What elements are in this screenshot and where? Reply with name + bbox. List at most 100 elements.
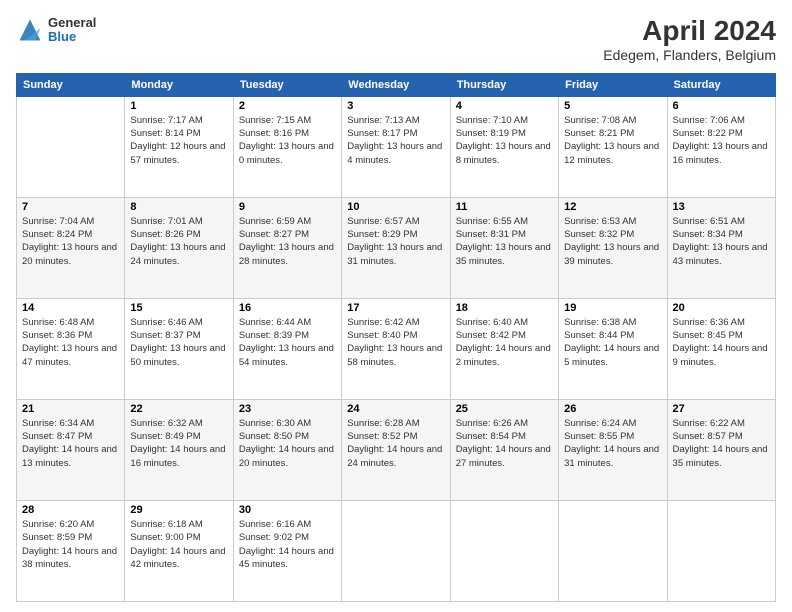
col-monday: Monday <box>125 73 233 96</box>
day-detail: Sunrise: 7:15 AMSunset: 8:16 PMDaylight:… <box>239 114 336 167</box>
day-cell: 4 Sunrise: 7:10 AMSunset: 8:19 PMDayligh… <box>450 96 558 197</box>
day-number: 17 <box>347 302 444 314</box>
day-number: 21 <box>22 403 119 415</box>
calendar-header: Sunday Monday Tuesday Wednesday Thursday… <box>17 73 776 96</box>
day-number: 24 <box>347 403 444 415</box>
day-number: 22 <box>130 403 227 415</box>
day-cell: 21 Sunrise: 6:34 AMSunset: 8:47 PMDaylig… <box>17 399 125 500</box>
day-cell: 12 Sunrise: 6:53 AMSunset: 8:32 PMDaylig… <box>559 197 667 298</box>
day-number: 15 <box>130 302 227 314</box>
day-number: 5 <box>564 100 661 112</box>
day-cell: 29 Sunrise: 6:18 AMSunset: 9:00 PMDaylig… <box>125 500 233 601</box>
day-detail: Sunrise: 6:57 AMSunset: 8:29 PMDaylight:… <box>347 215 444 268</box>
day-cell: 20 Sunrise: 6:36 AMSunset: 8:45 PMDaylig… <box>667 298 775 399</box>
day-number: 27 <box>673 403 770 415</box>
logo: General Blue <box>16 16 96 45</box>
day-cell: 17 Sunrise: 6:42 AMSunset: 8:40 PMDaylig… <box>342 298 450 399</box>
day-number: 8 <box>130 201 227 213</box>
day-number: 16 <box>239 302 336 314</box>
day-number: 12 <box>564 201 661 213</box>
day-number: 20 <box>673 302 770 314</box>
day-detail: Sunrise: 6:46 AMSunset: 8:37 PMDaylight:… <box>130 316 227 369</box>
col-thursday: Thursday <box>450 73 558 96</box>
calendar-table: Sunday Monday Tuesday Wednesday Thursday… <box>16 73 776 602</box>
day-cell: 16 Sunrise: 6:44 AMSunset: 8:39 PMDaylig… <box>233 298 341 399</box>
logo-line2: Blue <box>48 30 96 44</box>
col-saturday: Saturday <box>667 73 775 96</box>
day-number: 30 <box>239 504 336 516</box>
week-row-3: 14 Sunrise: 6:48 AMSunset: 8:36 PMDaylig… <box>17 298 776 399</box>
week-row-4: 21 Sunrise: 6:34 AMSunset: 8:47 PMDaylig… <box>17 399 776 500</box>
day-cell: 6 Sunrise: 7:06 AMSunset: 8:22 PMDayligh… <box>667 96 775 197</box>
day-number: 19 <box>564 302 661 314</box>
day-detail: Sunrise: 6:22 AMSunset: 8:57 PMDaylight:… <box>673 417 770 470</box>
day-number: 26 <box>564 403 661 415</box>
header: General Blue April 2024 Edegem, Flanders… <box>16 16 776 63</box>
day-detail: Sunrise: 7:01 AMSunset: 8:26 PMDaylight:… <box>130 215 227 268</box>
day-detail: Sunrise: 7:10 AMSunset: 8:19 PMDaylight:… <box>456 114 553 167</box>
day-cell: 8 Sunrise: 7:01 AMSunset: 8:26 PMDayligh… <box>125 197 233 298</box>
day-detail: Sunrise: 6:44 AMSunset: 8:39 PMDaylight:… <box>239 316 336 369</box>
day-detail: Sunrise: 6:30 AMSunset: 8:50 PMDaylight:… <box>239 417 336 470</box>
day-cell <box>559 500 667 601</box>
day-detail: Sunrise: 6:20 AMSunset: 8:59 PMDaylight:… <box>22 518 119 571</box>
col-tuesday: Tuesday <box>233 73 341 96</box>
day-number: 10 <box>347 201 444 213</box>
day-cell: 10 Sunrise: 6:57 AMSunset: 8:29 PMDaylig… <box>342 197 450 298</box>
day-detail: Sunrise: 6:42 AMSunset: 8:40 PMDaylight:… <box>347 316 444 369</box>
day-cell: 14 Sunrise: 6:48 AMSunset: 8:36 PMDaylig… <box>17 298 125 399</box>
day-cell: 28 Sunrise: 6:20 AMSunset: 8:59 PMDaylig… <box>17 500 125 601</box>
calendar-title: April 2024 <box>603 16 776 47</box>
week-row-1: 1 Sunrise: 7:17 AMSunset: 8:14 PMDayligh… <box>17 96 776 197</box>
week-row-2: 7 Sunrise: 7:04 AMSunset: 8:24 PMDayligh… <box>17 197 776 298</box>
day-detail: Sunrise: 7:13 AMSunset: 8:17 PMDaylight:… <box>347 114 444 167</box>
day-cell: 5 Sunrise: 7:08 AMSunset: 8:21 PMDayligh… <box>559 96 667 197</box>
day-number: 13 <box>673 201 770 213</box>
day-detail: Sunrise: 6:34 AMSunset: 8:47 PMDaylight:… <box>22 417 119 470</box>
day-cell <box>450 500 558 601</box>
day-detail: Sunrise: 6:51 AMSunset: 8:34 PMDaylight:… <box>673 215 770 268</box>
day-number: 28 <box>22 504 119 516</box>
day-detail: Sunrise: 6:36 AMSunset: 8:45 PMDaylight:… <box>673 316 770 369</box>
day-detail: Sunrise: 6:16 AMSunset: 9:02 PMDaylight:… <box>239 518 336 571</box>
day-cell: 9 Sunrise: 6:59 AMSunset: 8:27 PMDayligh… <box>233 197 341 298</box>
day-detail: Sunrise: 6:48 AMSunset: 8:36 PMDaylight:… <box>22 316 119 369</box>
day-cell: 11 Sunrise: 6:55 AMSunset: 8:31 PMDaylig… <box>450 197 558 298</box>
day-number: 11 <box>456 201 553 213</box>
day-detail: Sunrise: 7:04 AMSunset: 8:24 PMDaylight:… <box>22 215 119 268</box>
day-cell: 13 Sunrise: 6:51 AMSunset: 8:34 PMDaylig… <box>667 197 775 298</box>
day-number: 9 <box>239 201 336 213</box>
day-number: 1 <box>130 100 227 112</box>
day-number: 18 <box>456 302 553 314</box>
calendar-body: 1 Sunrise: 7:17 AMSunset: 8:14 PMDayligh… <box>17 96 776 601</box>
day-number: 29 <box>130 504 227 516</box>
col-sunday: Sunday <box>17 73 125 96</box>
day-cell: 7 Sunrise: 7:04 AMSunset: 8:24 PMDayligh… <box>17 197 125 298</box>
day-cell: 24 Sunrise: 6:28 AMSunset: 8:52 PMDaylig… <box>342 399 450 500</box>
header-row: Sunday Monday Tuesday Wednesday Thursday… <box>17 73 776 96</box>
day-detail: Sunrise: 7:17 AMSunset: 8:14 PMDaylight:… <box>130 114 227 167</box>
day-detail: Sunrise: 6:38 AMSunset: 8:44 PMDaylight:… <box>564 316 661 369</box>
day-number: 14 <box>22 302 119 314</box>
day-cell: 30 Sunrise: 6:16 AMSunset: 9:02 PMDaylig… <box>233 500 341 601</box>
day-number: 4 <box>456 100 553 112</box>
page: General Blue April 2024 Edegem, Flanders… <box>0 0 792 612</box>
day-detail: Sunrise: 7:08 AMSunset: 8:21 PMDaylight:… <box>564 114 661 167</box>
day-detail: Sunrise: 6:24 AMSunset: 8:55 PMDaylight:… <box>564 417 661 470</box>
logo-text: General Blue <box>48 16 96 45</box>
day-cell <box>667 500 775 601</box>
day-cell: 2 Sunrise: 7:15 AMSunset: 8:16 PMDayligh… <box>233 96 341 197</box>
col-wednesday: Wednesday <box>342 73 450 96</box>
day-detail: Sunrise: 6:18 AMSunset: 9:00 PMDaylight:… <box>130 518 227 571</box>
day-cell: 25 Sunrise: 6:26 AMSunset: 8:54 PMDaylig… <box>450 399 558 500</box>
day-number: 3 <box>347 100 444 112</box>
day-detail: Sunrise: 7:06 AMSunset: 8:22 PMDaylight:… <box>673 114 770 167</box>
day-number: 6 <box>673 100 770 112</box>
day-detail: Sunrise: 6:53 AMSunset: 8:32 PMDaylight:… <box>564 215 661 268</box>
day-detail: Sunrise: 6:55 AMSunset: 8:31 PMDaylight:… <box>456 215 553 268</box>
day-cell: 22 Sunrise: 6:32 AMSunset: 8:49 PMDaylig… <box>125 399 233 500</box>
day-cell: 26 Sunrise: 6:24 AMSunset: 8:55 PMDaylig… <box>559 399 667 500</box>
calendar-subtitle: Edegem, Flanders, Belgium <box>603 47 776 63</box>
day-cell: 18 Sunrise: 6:40 AMSunset: 8:42 PMDaylig… <box>450 298 558 399</box>
logo-icon <box>16 16 44 44</box>
